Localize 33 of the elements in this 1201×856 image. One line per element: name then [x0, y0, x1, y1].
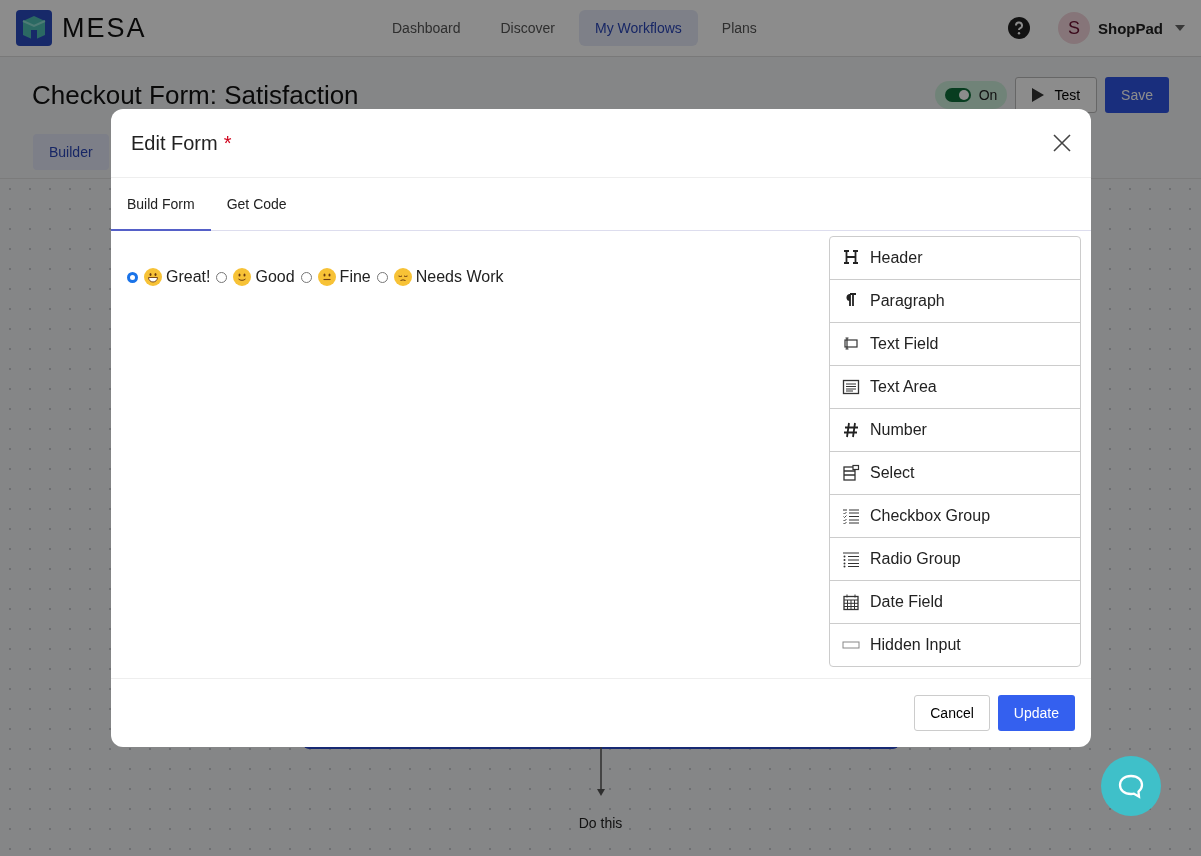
nav-link[interactable]: My Workflows [578, 10, 698, 46]
field-type-item[interactable]: Paragraph [830, 279, 1080, 322]
option-label: Great! [166, 268, 211, 286]
save-button[interactable]: Save [1105, 77, 1169, 113]
required-mark: * [223, 131, 232, 155]
nav-link[interactable]: Plans [705, 10, 773, 46]
field-type-item[interactable]: Radio Group [830, 537, 1080, 580]
step-label: Do this [578, 815, 623, 831]
test-button[interactable]: Test [1015, 77, 1098, 113]
dialog-tab[interactable]: Build Form [111, 178, 211, 231]
field-type-item[interactable]: Header [830, 237, 1080, 279]
cancel-button[interactable]: Cancel [914, 695, 990, 731]
account-name[interactable]: ShopPad [1098, 19, 1163, 37]
nav-link[interactable]: Dashboard [376, 10, 477, 46]
update-button[interactable]: Update [997, 695, 1075, 731]
field-type-item[interactable]: Hidden Input [830, 623, 1080, 666]
page-title: Checkout Form: Satisfaction [32, 79, 359, 111]
field-type-item[interactable]: Date Field [830, 580, 1080, 623]
dialog-title: Edit Form [131, 131, 218, 155]
avatar[interactable]: S [1058, 12, 1090, 44]
field-type-item[interactable]: Select [830, 451, 1080, 494]
field-type-item[interactable]: Text Area [830, 365, 1080, 408]
option-label: Needs Work [415, 268, 504, 286]
builder-tab[interactable]: Builder [33, 134, 109, 170]
field-type-item[interactable]: Checkbox Group [830, 494, 1080, 537]
option-label: Good [255, 268, 295, 286]
field-type-item[interactable]: Text Field [830, 322, 1080, 365]
on-toggle[interactable]: On [934, 81, 1008, 109]
dialog-tab[interactable]: Get Code [210, 178, 303, 231]
logo-text: MESA [62, 12, 147, 44]
option-label: Fine [339, 268, 371, 286]
nav-link[interactable]: Discover [484, 10, 571, 46]
field-type-item[interactable]: Number [830, 408, 1080, 451]
